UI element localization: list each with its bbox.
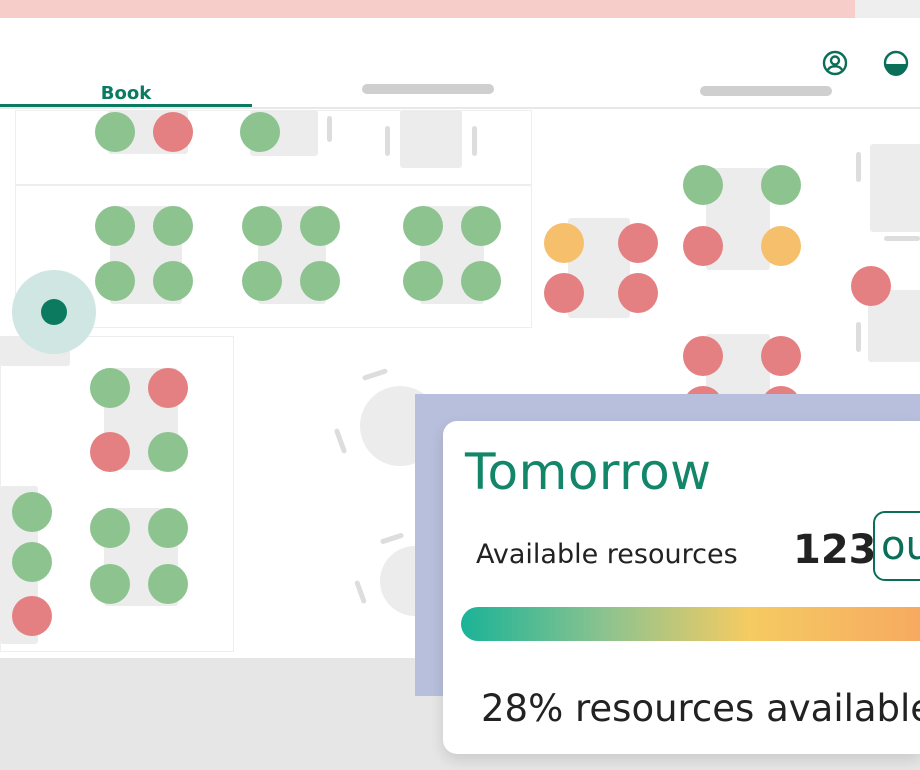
chair-marker xyxy=(327,116,332,142)
seat-available[interactable] xyxy=(300,206,340,246)
tab-placeholder-2[interactable] xyxy=(362,84,494,94)
available-resources-count: 123 xyxy=(793,527,877,573)
seat-booked[interactable] xyxy=(618,223,658,263)
seat-booked[interactable] xyxy=(148,368,188,408)
seat-booked[interactable] xyxy=(683,336,723,376)
seat-available[interactable] xyxy=(242,206,282,246)
seat-available[interactable] xyxy=(300,261,340,301)
tabs-divider xyxy=(0,107,920,109)
seat-available[interactable] xyxy=(403,261,443,301)
desk xyxy=(870,144,920,232)
seat-available[interactable] xyxy=(90,564,130,604)
availability-card: Tomorrow Available resources 123 ou 28% … xyxy=(443,421,920,754)
seat-booked[interactable] xyxy=(761,336,801,376)
seat-booked[interactable] xyxy=(153,112,193,152)
chair-marker xyxy=(385,126,390,156)
user-circle-icon[interactable] xyxy=(822,50,848,76)
seat-available[interactable] xyxy=(148,508,188,548)
chair-marker xyxy=(884,236,920,241)
seat-available[interactable] xyxy=(12,492,52,532)
seat-available[interactable] xyxy=(403,206,443,246)
count-suffix: ou xyxy=(881,523,920,569)
count-suffix-box: ou xyxy=(873,511,920,581)
tab-book-label: Book xyxy=(100,82,152,104)
chair-marker xyxy=(856,322,861,352)
seat-booked[interactable] xyxy=(12,596,52,636)
seat-available[interactable] xyxy=(148,432,188,472)
chair-marker xyxy=(472,126,477,156)
seat-available[interactable] xyxy=(95,206,135,246)
seat-booked[interactable] xyxy=(618,273,658,313)
seat-available[interactable] xyxy=(95,261,135,301)
top-banner-right xyxy=(855,0,920,18)
available-resources-label: Available resources xyxy=(476,539,738,570)
chair-marker xyxy=(333,427,348,455)
seat-available[interactable] xyxy=(242,261,282,301)
seat-available[interactable] xyxy=(90,508,130,548)
card-title: Tomorrow xyxy=(465,443,712,501)
current-location-marker[interactable] xyxy=(41,299,67,325)
seat-partial[interactable] xyxy=(761,226,801,266)
availability-percent-text: 28% resources available xyxy=(481,687,920,730)
chair-marker xyxy=(856,152,861,182)
availability-gradient-bar xyxy=(461,607,920,641)
chair-marker xyxy=(361,368,389,381)
seat-booked[interactable] xyxy=(90,432,130,472)
seat-available[interactable] xyxy=(153,206,193,246)
seat-available[interactable] xyxy=(683,165,723,205)
chair-marker xyxy=(379,532,405,545)
seat-available[interactable] xyxy=(240,112,280,152)
top-banner xyxy=(0,0,855,18)
seat-available[interactable] xyxy=(761,165,801,205)
seat-booked[interactable] xyxy=(544,273,584,313)
tab-placeholder-3[interactable] xyxy=(700,86,832,96)
brand-logo-icon[interactable] xyxy=(883,50,909,76)
seat-available[interactable] xyxy=(461,206,501,246)
seat-booked[interactable] xyxy=(683,226,723,266)
seat-available[interactable] xyxy=(12,542,52,582)
seat-booked[interactable] xyxy=(851,266,891,306)
desk xyxy=(400,110,462,168)
seat-available[interactable] xyxy=(90,368,130,408)
seat-available[interactable] xyxy=(153,261,193,301)
seat-available[interactable] xyxy=(95,112,135,152)
seat-available[interactable] xyxy=(148,564,188,604)
chair-marker xyxy=(354,579,367,605)
seat-partial[interactable] xyxy=(544,223,584,263)
seat-available[interactable] xyxy=(461,261,501,301)
